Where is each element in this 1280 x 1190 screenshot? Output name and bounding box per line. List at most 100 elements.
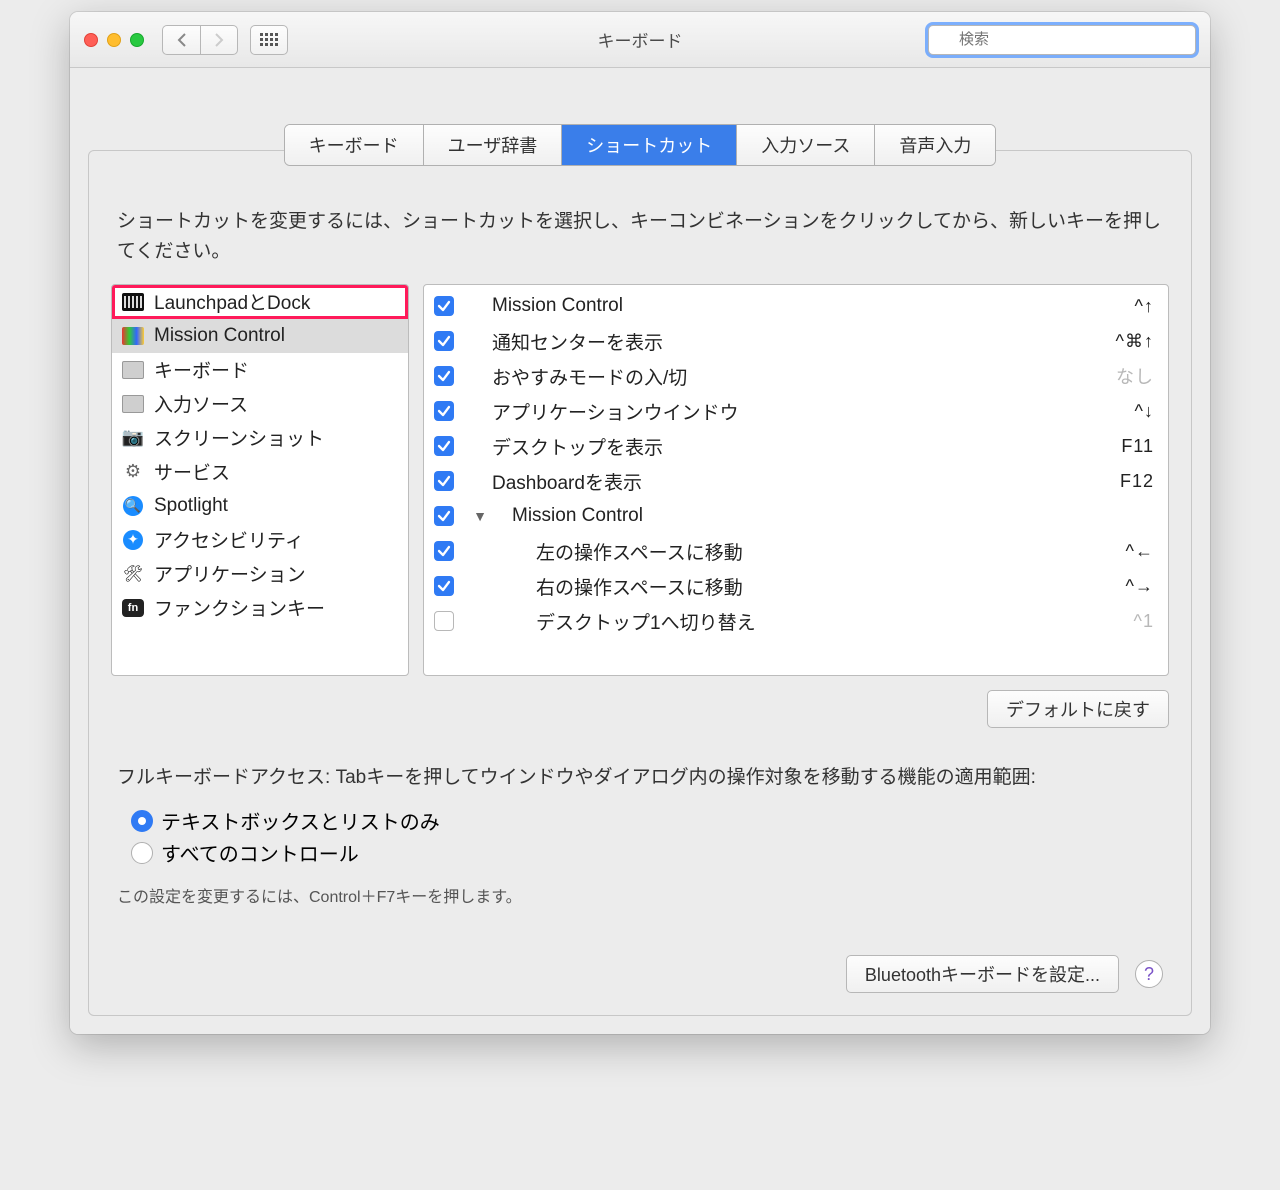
shortcuts-pane: ショートカットを変更するには、ショートカットを選択し、キーコンビネーションをクリ… (88, 150, 1192, 1016)
tab-2[interactable]: ショートカット (562, 125, 737, 165)
shortcut-checkbox[interactable] (434, 611, 454, 631)
preferences-window: キーボード キーボードユーザ辞書ショートカット入力ソース音声入力 ショートカット… (70, 12, 1210, 1034)
shortcut-row[interactable]: デスクトップ1へ切り替え^1 (424, 604, 1168, 639)
shortcut-checkbox[interactable] (434, 401, 454, 421)
shortcut-label: デスクトップ1へ切り替え (492, 608, 1134, 635)
shortcut-row[interactable]: 右の操作スペースに移動^→ (424, 569, 1168, 604)
shortcut-row[interactable]: ▼Mission Control (424, 499, 1168, 534)
category-row[interactable]: fnファンクションキー (112, 591, 408, 625)
shortcut-key[interactable]: なし (1116, 363, 1154, 389)
nav-buttons (162, 25, 238, 55)
category-label: サービス (154, 458, 230, 485)
shortcut-label: アプリケーションウインドウ (492, 398, 1135, 425)
search-input[interactable] (928, 25, 1196, 55)
bluetooth-keyboard-button[interactable]: Bluetoothキーボードを設定... (846, 955, 1119, 993)
zoom-window-button[interactable] (130, 33, 144, 47)
shortcut-row[interactable]: Mission Control^↑ (424, 289, 1168, 324)
instruction-text: ショートカットを変更するには、ショートカットを選択し、キーコンビネーションをクリ… (117, 207, 1163, 268)
radio-button[interactable] (131, 842, 153, 864)
tab-1[interactable]: ユーザ辞書 (424, 125, 563, 165)
shortcut-key[interactable]: ^→ (1126, 576, 1154, 597)
shortcut-key[interactable]: ^1 (1134, 611, 1154, 632)
shortcut-key[interactable]: ^↑ (1135, 296, 1154, 317)
grid-icon (260, 33, 278, 46)
shortcut-checkbox[interactable] (434, 436, 454, 456)
forward-button[interactable] (200, 25, 238, 55)
shortcut-label: Mission Control (492, 295, 1135, 317)
radio-row[interactable]: すべてのコントロール (131, 838, 1163, 867)
shortcut-key[interactable]: ^↓ (1135, 401, 1154, 422)
category-row[interactable]: 入力ソース (112, 387, 408, 421)
chevron-right-icon (214, 33, 224, 47)
traffic-lights (84, 33, 144, 47)
search-wrap (928, 25, 1196, 55)
shortcut-checkbox[interactable] (434, 506, 454, 526)
category-row[interactable]: Mission Control (112, 319, 408, 353)
shortcut-checkbox[interactable] (434, 541, 454, 561)
shortcut-label: 通知センターを表示 (492, 328, 1116, 355)
category-row[interactable]: LaunchpadとDock (112, 285, 408, 319)
category-row[interactable]: ✦ アクセシビリティ (112, 523, 408, 557)
tab-0[interactable]: キーボード (285, 125, 424, 165)
shortcut-key[interactable]: F11 (1121, 436, 1154, 457)
disclosure-triangle-icon[interactable]: ▼ (472, 508, 488, 524)
category-label: ファンクションキー (154, 594, 325, 621)
help-button[interactable]: ? (1135, 960, 1163, 988)
shortcut-label: Mission Control (492, 505, 1154, 527)
category-row[interactable]: 📷スクリーンショット (112, 421, 408, 455)
category-label: キーボード (154, 356, 249, 383)
radio-label: すべてのコントロール (161, 838, 359, 867)
category-label: 入力ソース (154, 390, 248, 417)
spotlight-icon: 🔍 (123, 496, 143, 516)
category-label: アクセシビリティ (154, 526, 304, 553)
shortcut-checkbox[interactable] (434, 331, 454, 351)
category-row[interactable]: キーボード (112, 353, 408, 387)
shortcut-row[interactable]: おやすみモードの入/切なし (424, 359, 1168, 394)
radio-button[interactable] (131, 810, 153, 832)
category-label: Spotlight (154, 495, 228, 517)
shortcut-row[interactable]: 左の操作スペースに移動^← (424, 534, 1168, 569)
shortcut-label: Dashboardを表示 (492, 468, 1120, 495)
keyboard-icon (122, 361, 144, 379)
restore-defaults-button[interactable]: デフォルトに戻す (987, 690, 1169, 728)
close-window-button[interactable] (84, 33, 98, 47)
keyboard-icon (122, 395, 144, 413)
app-icon: 🛠 (123, 564, 143, 584)
tab-3[interactable]: 入力ソース (737, 125, 875, 165)
category-row[interactable]: ⚙ サービス (112, 455, 408, 489)
full-keyboard-access-label: フルキーボードアクセス: Tabキーを押してウインドウやダイアログ内の操作対象を… (117, 764, 1163, 793)
shortcut-label: おやすみモードの入/切 (492, 363, 1116, 390)
category-label: LaunchpadとDock (154, 288, 310, 315)
category-row[interactable]: 🛠アプリケーション (112, 557, 408, 591)
radio-label: テキストボックスとリストのみ (161, 806, 440, 835)
show-all-button[interactable] (250, 25, 288, 55)
shortcut-checkbox[interactable] (434, 366, 454, 386)
category-list[interactable]: LaunchpadとDock Mission Control キーボード入力ソース 📷… (111, 284, 409, 676)
shortcut-row[interactable]: アプリケーションウインドウ^↓ (424, 394, 1168, 429)
minimize-window-button[interactable] (107, 33, 121, 47)
shortcut-label: デスクトップを表示 (492, 433, 1121, 460)
shortcut-key[interactable]: F12 (1120, 471, 1154, 492)
shortcut-key[interactable]: ^⌘↑ (1116, 331, 1154, 352)
shortcut-key[interactable]: ^← (1126, 541, 1154, 562)
gear-icon: ⚙ (125, 461, 141, 482)
shortcut-label: 右の操作スペースに移動 (492, 573, 1126, 600)
chevron-left-icon (177, 33, 187, 47)
radio-row[interactable]: テキストボックスとリストのみ (131, 806, 1163, 835)
shortcut-list[interactable]: Mission Control^↑通知センターを表示^⌘↑おやすみモードの入/切… (423, 284, 1169, 676)
back-button[interactable] (162, 25, 200, 55)
launchpad-icon (122, 293, 144, 311)
shortcut-row[interactable]: 通知センターを表示^⌘↑ (424, 324, 1168, 359)
shortcut-label: 左の操作スペースに移動 (492, 538, 1126, 565)
category-row[interactable]: 🔍 Spotlight (112, 489, 408, 523)
category-label: Mission Control (154, 325, 285, 347)
control-f7-hint: この設定を変更するには、Control＋F7キーを押します。 (117, 883, 1163, 907)
accessibility-icon: ✦ (123, 530, 143, 550)
shortcut-row[interactable]: デスクトップを表示F11 (424, 429, 1168, 464)
shortcut-checkbox[interactable] (434, 296, 454, 316)
titlebar: キーボード (70, 12, 1210, 68)
tab-4[interactable]: 音声入力 (875, 125, 995, 165)
shortcut-checkbox[interactable] (434, 471, 454, 491)
shortcut-row[interactable]: Dashboardを表示F12 (424, 464, 1168, 499)
shortcut-checkbox[interactable] (434, 576, 454, 596)
